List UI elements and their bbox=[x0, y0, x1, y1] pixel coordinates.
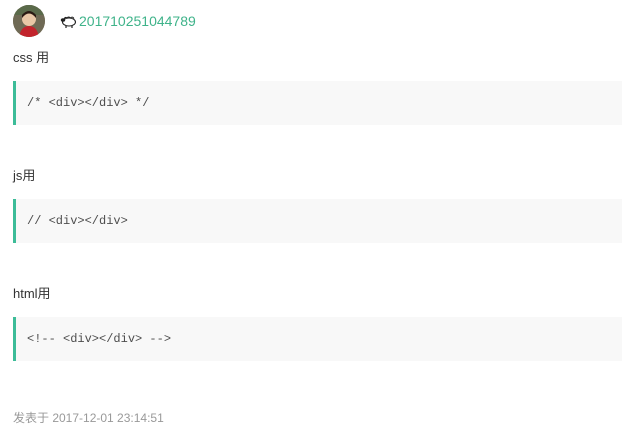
js-code-block: // <div></div> bbox=[13, 199, 622, 243]
html-code-text: <!-- <div></div> --> bbox=[27, 332, 172, 346]
user-avatar-photo-icon bbox=[13, 5, 45, 37]
post-timestamp: 发表于 2017-12-01 23:14:51 bbox=[13, 411, 164, 425]
html-section-label: html用 bbox=[13, 286, 51, 301]
sheep-icon bbox=[60, 13, 78, 29]
username-text: 201710251044789 bbox=[79, 13, 196, 29]
username-link[interactable]: 201710251044789 bbox=[60, 13, 196, 29]
avatar[interactable] bbox=[13, 5, 45, 37]
comment-header: 201710251044789 bbox=[13, 5, 196, 37]
js-code-text: // <div></div> bbox=[27, 214, 128, 228]
comment-page: 201710251044789 css 用 /* <div></div> */ … bbox=[0, 0, 622, 439]
css-code-text: /* <div></div> */ bbox=[27, 96, 150, 110]
css-code-block: /* <div></div> */ bbox=[13, 81, 622, 125]
js-section-label: js用 bbox=[13, 168, 36, 183]
css-section-label: css 用 bbox=[13, 50, 50, 65]
html-code-block: <!-- <div></div> --> bbox=[13, 317, 622, 361]
